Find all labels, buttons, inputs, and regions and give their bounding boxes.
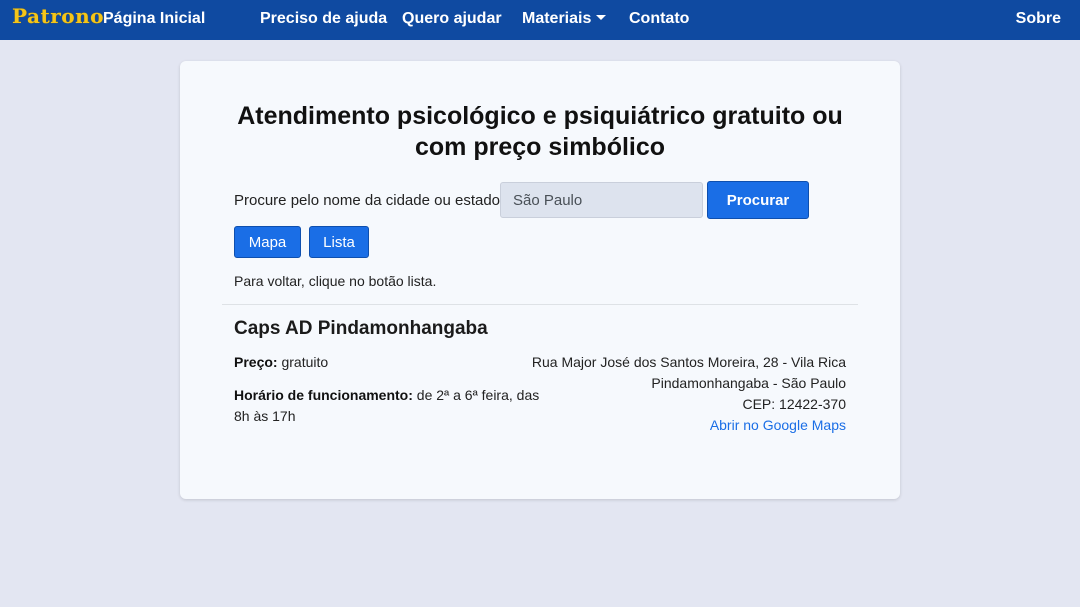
search-input[interactable] — [500, 182, 703, 218]
caret-down-icon — [596, 15, 607, 20]
nav-materials-dropdown[interactable]: Materiais — [522, 10, 607, 28]
list-button[interactable]: Lista — [309, 226, 369, 258]
page-title-line1: Atendimento psicológico e psiquiátrico g… — [237, 102, 843, 130]
place-price: Preço: gratuito — [234, 352, 544, 373]
price-value: gratuito — [281, 354, 329, 370]
page-title-line2: com preço simbólico — [414, 133, 666, 161]
address-street: Rua Major José dos Santos Moreira, 28 - … — [531, 354, 846, 370]
brand-logo[interactable]: Patrono — [12, 4, 104, 28]
nav-want-help[interactable]: Quero ajudar — [402, 10, 502, 28]
divider — [222, 304, 858, 305]
address-cep: CEP: 12422-370 — [742, 396, 846, 412]
nav-home[interactable]: Página Inicial — [103, 10, 205, 28]
google-maps-link[interactable]: Abrir no Google Maps — [710, 417, 846, 433]
search-button[interactable]: Procurar — [707, 181, 809, 219]
nav-materials-label: Materiais — [522, 10, 592, 27]
price-label: Preço: — [234, 354, 278, 370]
main-card: Atendimento psicológico e psiquiátrico g… — [180, 61, 900, 499]
hours-label: Horário de funcionamento: — [234, 387, 413, 403]
nav-need-help[interactable]: Preciso de ajuda — [260, 10, 387, 28]
search-label: Procure pelo nome da cidade ou estado: — [234, 192, 505, 209]
place-hours: Horário de funcionamento: de 2ª a 6ª fei… — [234, 385, 544, 427]
nav-contact[interactable]: Contato — [629, 10, 689, 28]
top-navbar: Patrono Página Inicial Preciso de ajuda … — [0, 0, 1080, 40]
nav-about[interactable]: Sobre — [1016, 10, 1061, 28]
address-city: Pindamonhangaba - São Paulo — [651, 375, 846, 391]
place-address: Rua Major José dos Santos Moreira, 28 - … — [516, 352, 846, 436]
map-button[interactable]: Mapa — [234, 226, 301, 258]
back-hint: Para voltar, clique no botão lista. — [234, 273, 437, 289]
place-name: Caps AD Pindamonhangaba — [234, 318, 488, 339]
page-title: Atendimento psicológico e psiquiátrico g… — [180, 101, 900, 163]
